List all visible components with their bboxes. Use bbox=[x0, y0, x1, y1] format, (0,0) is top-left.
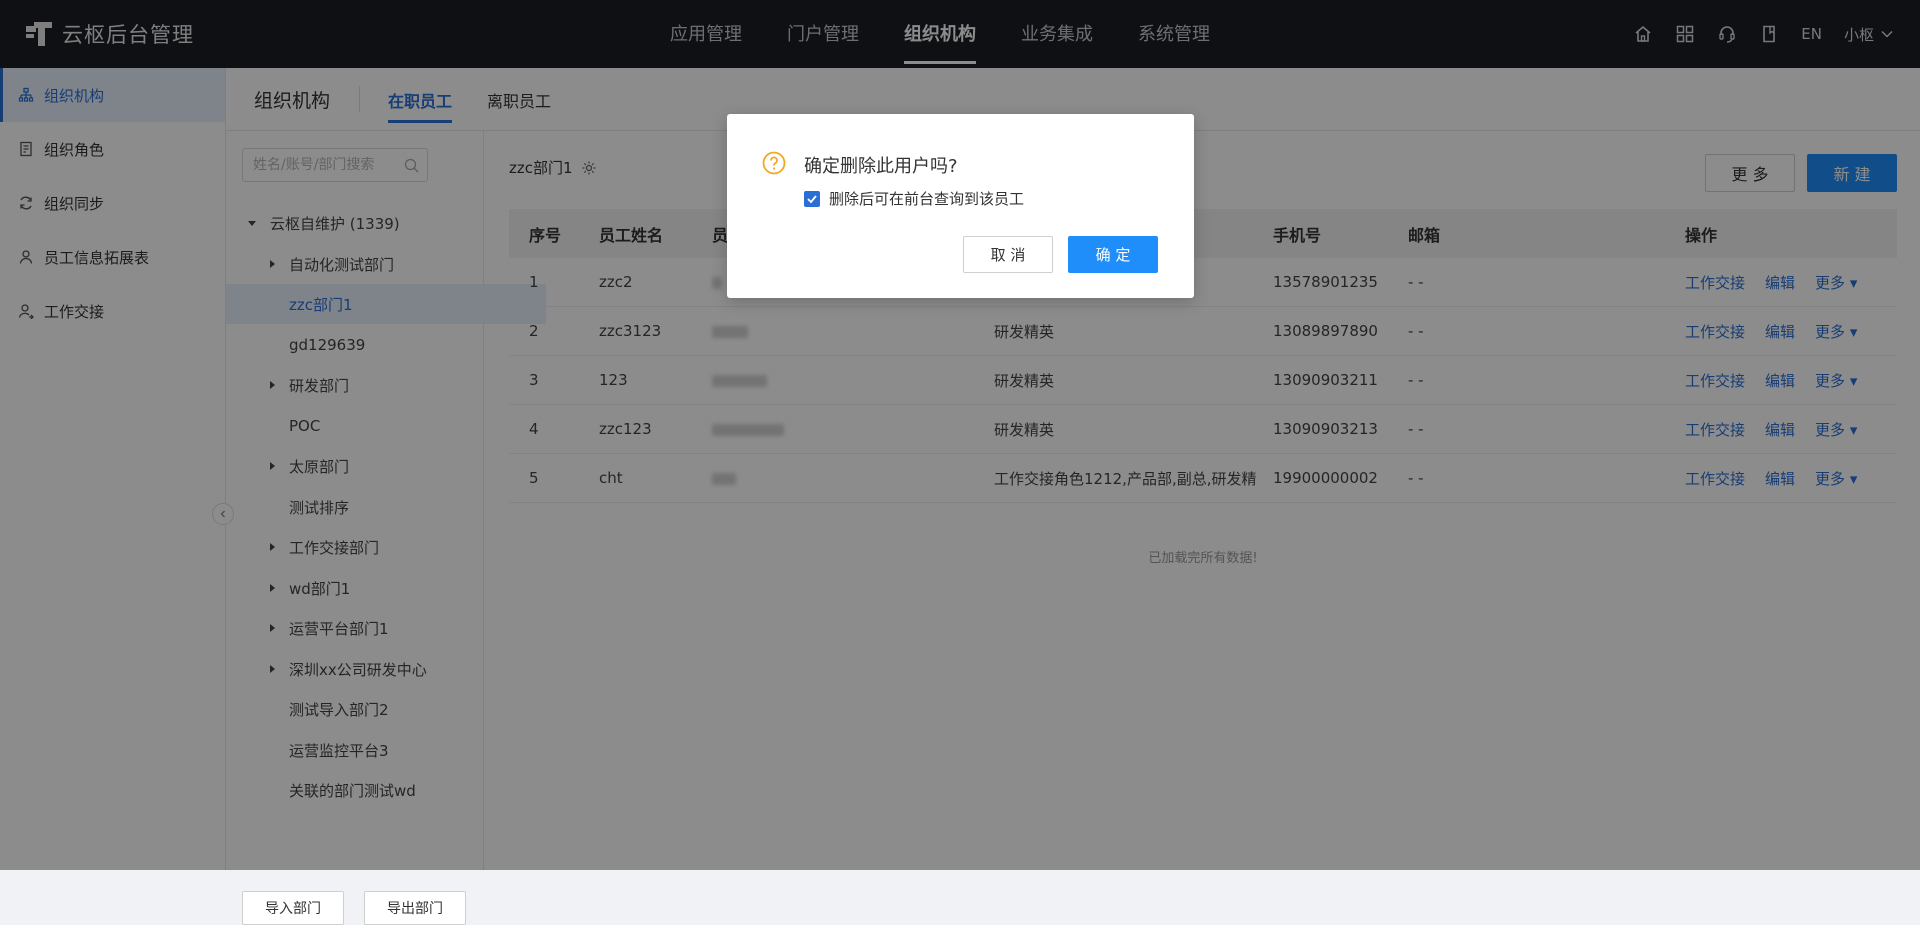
question-icon bbox=[762, 151, 786, 175]
dialog-title: 确定删除此用户吗? bbox=[804, 156, 958, 177]
cancel-button[interactable]: 取 消 bbox=[963, 236, 1053, 273]
dialog-actions: 取 消 确 定 bbox=[963, 236, 1158, 273]
checkbox-checked-icon[interactable] bbox=[804, 190, 820, 207]
keep-query-checkbox[interactable]: 删除后可在前台查询到该员工 bbox=[804, 188, 1024, 209]
export-department-button[interactable]: 导出部门 bbox=[364, 891, 466, 925]
confirm-button[interactable]: 确 定 bbox=[1068, 236, 1158, 273]
checkbox-label: 删除后可在前台查询到该员工 bbox=[829, 190, 1025, 208]
import-department-button[interactable]: 导入部门 bbox=[242, 891, 344, 925]
delete-confirm-dialog: 确定删除此用户吗? 删除后可在前台查询到该员工 取 消 确 定 bbox=[727, 114, 1194, 298]
tree-actions: 导入部门 导出部门 bbox=[242, 891, 466, 925]
